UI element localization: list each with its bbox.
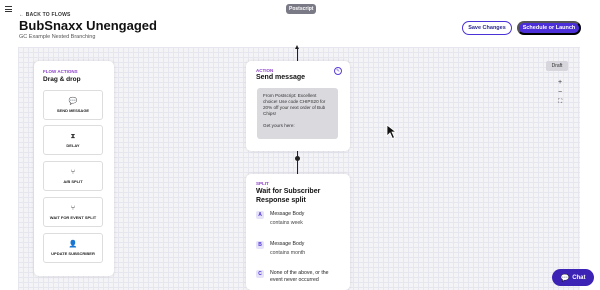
wait-split-icon: ⑂ bbox=[70, 204, 76, 212]
branch-condition: contains week bbox=[270, 220, 303, 226]
ab-split-action[interactable]: ⑂ A/B SPLIT bbox=[43, 161, 103, 191]
update-subscriber-label: UPDATE SUBSCRIBER bbox=[51, 250, 95, 256]
hourglass-icon: ⧗ bbox=[70, 132, 76, 140]
branch-title: Message Body bbox=[270, 241, 305, 247]
connector-line bbox=[297, 151, 298, 174]
card-kind-label: SPLIT bbox=[256, 181, 269, 186]
branch-condition: contains month bbox=[270, 250, 306, 256]
card-title: Wait for Subscriber Response split bbox=[256, 188, 321, 204]
edit-icon[interactable]: ✎ bbox=[334, 67, 342, 75]
chat-button[interactable]: 💬 Chat bbox=[552, 269, 594, 286]
page-subtitle: GC Example Nested Branching bbox=[19, 34, 96, 40]
flow-actions-label: FLOW ACTIONS bbox=[43, 69, 78, 74]
branch-title: Message Body bbox=[270, 211, 305, 217]
branch-letter: B bbox=[256, 241, 264, 249]
branch-letter: A bbox=[256, 211, 264, 219]
send-message-action[interactable]: 💬 SEND MESSAGE bbox=[43, 90, 103, 120]
chat-label: Chat bbox=[572, 274, 586, 281]
message-preview-text: From Postscript: Excellent choice! Use c… bbox=[263, 93, 326, 116]
card-kind-label: ACTION bbox=[256, 68, 274, 73]
fit-view-icon[interactable]: ⛶ bbox=[558, 99, 562, 105]
branch-b[interactable]: B Message Body contains month bbox=[256, 241, 305, 257]
connector-dot[interactable] bbox=[295, 156, 300, 161]
card-title: Send message bbox=[256, 74, 306, 81]
delay-label: DELAY bbox=[66, 142, 80, 148]
update-subscriber-action[interactable]: 👤 UPDATE SUBSCRIBER bbox=[43, 233, 103, 263]
chat-icon: 💬 bbox=[560, 274, 570, 282]
flow-actions-title: Drag & drop bbox=[43, 76, 81, 83]
message-icon: 💬 bbox=[68, 97, 78, 105]
user-icon: 👤 bbox=[68, 240, 78, 248]
wait-for-event-split-action[interactable]: ⑂ WAIT FOR EVENT SPLIT bbox=[43, 197, 103, 227]
branch-letter: C bbox=[256, 270, 264, 278]
save-changes-button[interactable]: Save Changes bbox=[462, 21, 512, 35]
connector-line bbox=[297, 48, 298, 61]
menu-icon[interactable] bbox=[5, 6, 12, 12]
message-preview-tail: Get yours here: bbox=[263, 123, 295, 128]
zoom-in-icon[interactable]: + bbox=[558, 79, 562, 86]
status-badge: Draft bbox=[546, 61, 568, 71]
message-preview: From Postscript: Excellent choice! Use c… bbox=[257, 88, 338, 139]
mouse-cursor-icon bbox=[386, 124, 398, 140]
split-icon: ⑂ bbox=[70, 168, 76, 176]
send-message-label: SEND MESSAGE bbox=[56, 107, 90, 113]
page-title: BubSnaxx Unengaged bbox=[19, 18, 157, 33]
branch-c[interactable]: C None of the above, or the event never … bbox=[256, 270, 342, 284]
flow-actions-panel: FLOW ACTIONS Drag & drop 💬 SEND MESSAGE … bbox=[34, 61, 114, 276]
delay-action[interactable]: ⧗ DELAY bbox=[43, 125, 103, 155]
schedule-launch-button[interactable]: Schedule or Launch bbox=[517, 21, 581, 35]
wait-for-event-split-label: WAIT FOR EVENT SPLIT bbox=[49, 214, 97, 220]
branch-a[interactable]: A Message Body contains week bbox=[256, 211, 304, 227]
branch-title: None of the above, or the event never oc… bbox=[270, 270, 329, 283]
zoom-out-icon[interactable]: − bbox=[558, 89, 562, 96]
app-tag: Postscript bbox=[286, 4, 317, 14]
ab-split-label: A/B SPLIT bbox=[63, 178, 83, 184]
